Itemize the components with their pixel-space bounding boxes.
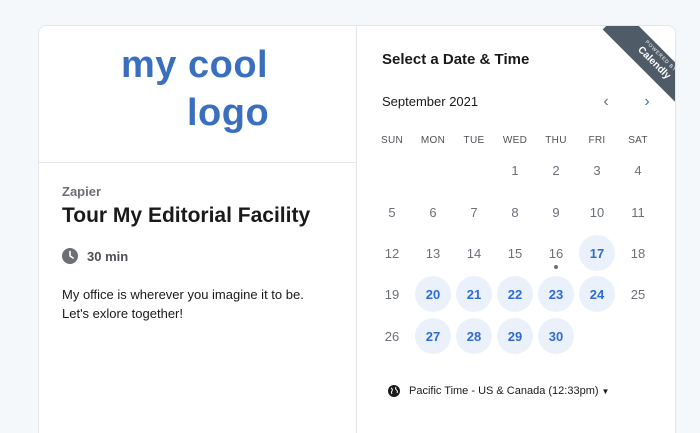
available-day[interactable]: 30: [538, 318, 574, 354]
duration-label: 30 min: [87, 248, 129, 264]
available-day[interactable]: 27: [415, 318, 451, 354]
available-day[interactable]: 21: [456, 276, 492, 312]
unavailable-day: 13: [425, 245, 441, 261]
logo-area: my cool logo: [39, 26, 357, 163]
timezone-selector[interactable]: Pacific Time - US & Canada (12:33pm) ▼: [388, 385, 609, 397]
unavailable-day: 11: [631, 204, 645, 220]
logo-text-line1: my cool: [121, 44, 269, 86]
weekday-header: SUN: [380, 135, 403, 146]
globe-icon: [388, 385, 400, 397]
unavailable-day: 19: [384, 286, 400, 302]
caret-down-icon: ▼: [601, 386, 610, 396]
month-label: September 2021: [382, 94, 479, 109]
unavailable-day: 2: [552, 162, 560, 178]
powered-by-badge[interactable]: POWERED BY Calendly: [585, 26, 675, 116]
unavailable-day: 9: [552, 204, 560, 220]
event-details-panel: my cool logo Zapier Tour My Editorial Fa…: [39, 26, 357, 433]
unavailable-day: 26: [384, 328, 400, 344]
available-day[interactable]: 24: [579, 276, 615, 312]
unavailable-day: 10: [589, 204, 605, 220]
booking-card: my cool logo Zapier Tour My Editorial Fa…: [38, 25, 676, 433]
available-day[interactable]: 29: [497, 318, 533, 354]
available-day[interactable]: 17: [579, 235, 615, 271]
unavailable-day: 1: [511, 162, 519, 178]
unavailable-day: 5: [388, 204, 396, 220]
unavailable-day: 7: [470, 204, 478, 220]
weekday-header: TUE: [463, 135, 485, 146]
clock-icon: [62, 248, 78, 264]
timezone-label: Pacific Time - US & Canada (12:33pm): [409, 385, 599, 397]
weekday-header: THU: [545, 135, 567, 146]
event-duration: 30 min: [62, 248, 128, 264]
weekday-header: MON: [420, 135, 446, 146]
picker-heading: Select a Date & Time: [382, 51, 530, 68]
weekday-header: WED: [502, 135, 528, 146]
powered-by-ribbon: POWERED BY Calendly: [602, 26, 675, 115]
unavailable-day: 8: [511, 204, 519, 220]
unavailable-day: 6: [429, 204, 437, 220]
unavailable-day: 4: [634, 162, 642, 178]
available-day[interactable]: 20: [415, 276, 451, 312]
available-day[interactable]: 23: [538, 276, 574, 312]
available-day[interactable]: 22: [497, 276, 533, 312]
today-indicator: [554, 265, 558, 269]
unavailable-day: 3: [593, 162, 601, 178]
weekday-header: SAT: [628, 135, 648, 146]
logo-text-line2: logo: [187, 92, 270, 134]
organizer-name: Zapier: [62, 184, 102, 199]
event-description: My office is wherever you imagine it to …: [62, 287, 304, 321]
weekday-header: FRI: [588, 135, 606, 146]
unavailable-day: 14: [466, 245, 482, 261]
unavailable-day: 18: [630, 245, 646, 261]
unavailable-day: 12: [384, 245, 400, 261]
available-day[interactable]: 28: [456, 318, 492, 354]
event-title: Tour My Editorial Facility: [62, 204, 311, 227]
unavailable-day: 25: [630, 286, 646, 302]
unavailable-day: 15: [507, 245, 523, 261]
